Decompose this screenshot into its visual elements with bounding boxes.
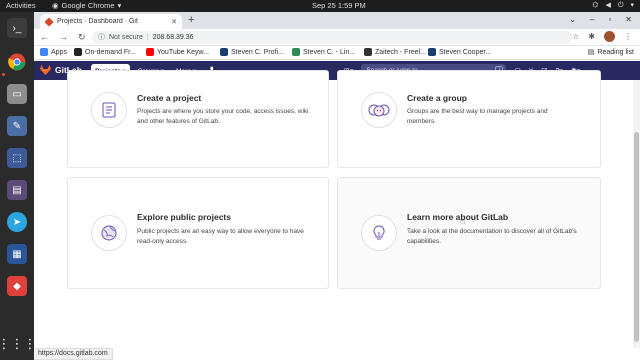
- screenshot-icon[interactable]: ⬚: [7, 148, 27, 168]
- settings-icon: [364, 48, 372, 56]
- clock[interactable]: Sep 25 1:59 PM: [312, 0, 366, 12]
- url-text: 208.68.39.36: [152, 34, 194, 41]
- tab-title: Projects · Dashboard · Git: [57, 18, 138, 25]
- explore-projects-card[interactable]: Explore public projects Public projects …: [67, 177, 329, 289]
- browser-tab-bar: Projects · Dashboard · Git ✕ + ⌄ – ▫ ✕: [34, 12, 640, 29]
- globe-icon: [91, 215, 127, 251]
- system-top-bar: Activities ◉ Google Chrome ▾ Sep 25 1:59…: [0, 0, 640, 12]
- mouse-pointer-icon: ☝: [460, 216, 466, 226]
- bookmark-label: Zaitech - Freel...: [375, 48, 426, 56]
- address-bar[interactable]: ⓘ Not secure | 208.68.39.36: [92, 31, 572, 44]
- terminal-icon[interactable]: ›_: [7, 18, 27, 38]
- reading-list-button[interactable]: ▤ Reading list: [587, 48, 634, 57]
- card-title: Learn more about GitLab: [407, 212, 509, 222]
- card-title: Create a project: [137, 93, 202, 103]
- page-scrollbar[interactable]: [633, 80, 640, 348]
- apps-icon: [40, 48, 48, 56]
- card-title: Create a group: [407, 93, 467, 103]
- reading-list-icon: ▤: [587, 49, 595, 56]
- group-icon: [361, 92, 397, 128]
- bookmark-star-icon[interactable]: ☆: [572, 32, 579, 41]
- anydesk-icon[interactable]: ◆: [7, 276, 27, 296]
- reload-icon[interactable]: ↻: [78, 32, 86, 43]
- bookmark-steven-cooper[interactable]: Steven Cooper...: [428, 48, 491, 56]
- extensions-icon[interactable]: ✱: [588, 32, 595, 41]
- close-window-icon[interactable]: ✕: [625, 15, 632, 24]
- close-tab-icon[interactable]: ✕: [171, 18, 177, 26]
- active-indicator: [2, 73, 5, 76]
- forward-icon[interactable]: →: [59, 32, 68, 43]
- app-menu[interactable]: ◉ Google Chrome ▾: [52, 0, 121, 12]
- upwork-icon: [220, 48, 228, 56]
- bookmark-label: Steven Cooper...: [439, 48, 492, 56]
- bookmark-label: Apps: [51, 48, 67, 56]
- link-status-bubble: https://docs.gitlab.com: [34, 348, 113, 360]
- gitlab-favicon-icon: [44, 16, 54, 27]
- telegram-icon[interactable]: ➤: [7, 212, 27, 232]
- activities-button[interactable]: Activities: [6, 0, 36, 12]
- video-icon[interactable]: ▤: [7, 180, 27, 200]
- chevron-down-icon: ▾: [117, 1, 122, 10]
- network-icon: ⌬: [592, 2, 599, 9]
- youtube-icon: [146, 48, 154, 56]
- card-title: Explore public projects: [137, 212, 231, 222]
- chrome-dock-icon[interactable]: [7, 52, 27, 72]
- bookmarks-bar: Apps On-demand Fr... YouTube Keyw... Ste…: [34, 46, 640, 60]
- card-description: Projects are where you store your code, …: [137, 108, 309, 125]
- bookmark-steven-linkedin[interactable]: Steven C. - Lin...: [292, 48, 355, 56]
- tab-projects-dashboard[interactable]: Projects · Dashboard · Git ✕: [40, 14, 182, 29]
- volume-icon: ◀: [605, 2, 611, 9]
- new-tab-button[interactable]: +: [188, 14, 194, 26]
- power-icon: ⏻: [617, 2, 624, 9]
- chevron-down-icon: ▾: [630, 2, 634, 9]
- bookmark-label: YouTube Keyw...: [157, 48, 210, 56]
- bookmark-steven-profile[interactable]: Steven C. Profi...: [220, 48, 284, 56]
- upwork-round-icon: [292, 48, 300, 56]
- card-description: Public projects are an easy way to allow…: [137, 228, 304, 245]
- reading-list-label: Reading list: [597, 48, 634, 56]
- profile-avatar[interactable]: [604, 31, 615, 42]
- create-group-card[interactable]: Create a group Groups are the best way t…: [337, 70, 601, 168]
- upwork-icon: [428, 48, 436, 56]
- bookmark-zaitech[interactable]: Zaitech - Freel...: [364, 48, 426, 56]
- chrome-icon: ◉: [52, 1, 59, 10]
- files-icon[interactable]: ▭: [7, 84, 27, 104]
- minimize-icon[interactable]: –: [590, 15, 594, 24]
- security-status: Not secure: [109, 34, 143, 41]
- bookmark-on-demand[interactable]: On-demand Fr...: [74, 48, 136, 56]
- system-tray[interactable]: ⌬ ◀ ⏻ ▾: [592, 0, 634, 12]
- separator: |: [146, 34, 149, 41]
- gitlab-fox-icon: [40, 65, 51, 75]
- scrollbar-thumb[interactable]: [634, 132, 639, 342]
- app-name: Google Chrome: [61, 1, 115, 10]
- card-description: Take a look at the documentation to disc…: [407, 228, 577, 245]
- document-viewer-icon[interactable]: ▦: [7, 244, 27, 264]
- bookmark-apps[interactable]: Apps: [40, 48, 67, 56]
- globe-icon: [74, 48, 82, 56]
- maximize-icon[interactable]: ▫: [608, 15, 611, 24]
- dock: ›_ ▭ ✎ ⬚ ▤ ➤ ▦ ◆ ⋮⋮⋮: [0, 12, 37, 360]
- learn-more-card[interactable]: Learn more about GitLab Take a look at t…: [337, 177, 601, 289]
- create-project-card[interactable]: Create a project Projects are where you …: [67, 70, 329, 168]
- show-apps-icon[interactable]: ⋮⋮⋮: [0, 334, 37, 354]
- main-content: Create a project Projects are where you …: [34, 70, 640, 348]
- project-icon: [91, 92, 127, 128]
- menu-icon[interactable]: ⋮: [624, 32, 632, 41]
- bookmark-label: On-demand Fr...: [85, 48, 136, 56]
- text-editor-icon[interactable]: ✎: [7, 116, 27, 136]
- bookmark-label: Steven C. - Lin...: [303, 48, 356, 56]
- bookmark-label: Steven C. Profi...: [231, 48, 284, 56]
- back-icon[interactable]: ←: [40, 32, 49, 43]
- lightbulb-icon: [361, 215, 397, 251]
- bookmark-youtube[interactable]: YouTube Keyw...: [146, 48, 209, 56]
- security-warning-icon[interactable]: ⓘ: [98, 31, 105, 44]
- card-description: Groups are the best way to manage projec…: [407, 108, 548, 125]
- window-controls: ⌄ – ▫ ✕: [569, 15, 632, 24]
- tab-search-icon[interactable]: ⌄: [569, 15, 576, 24]
- address-toolbar: ← → ↻ ⓘ Not secure | 208.68.39.36 ☆ ✱ ⋮: [34, 29, 640, 46]
